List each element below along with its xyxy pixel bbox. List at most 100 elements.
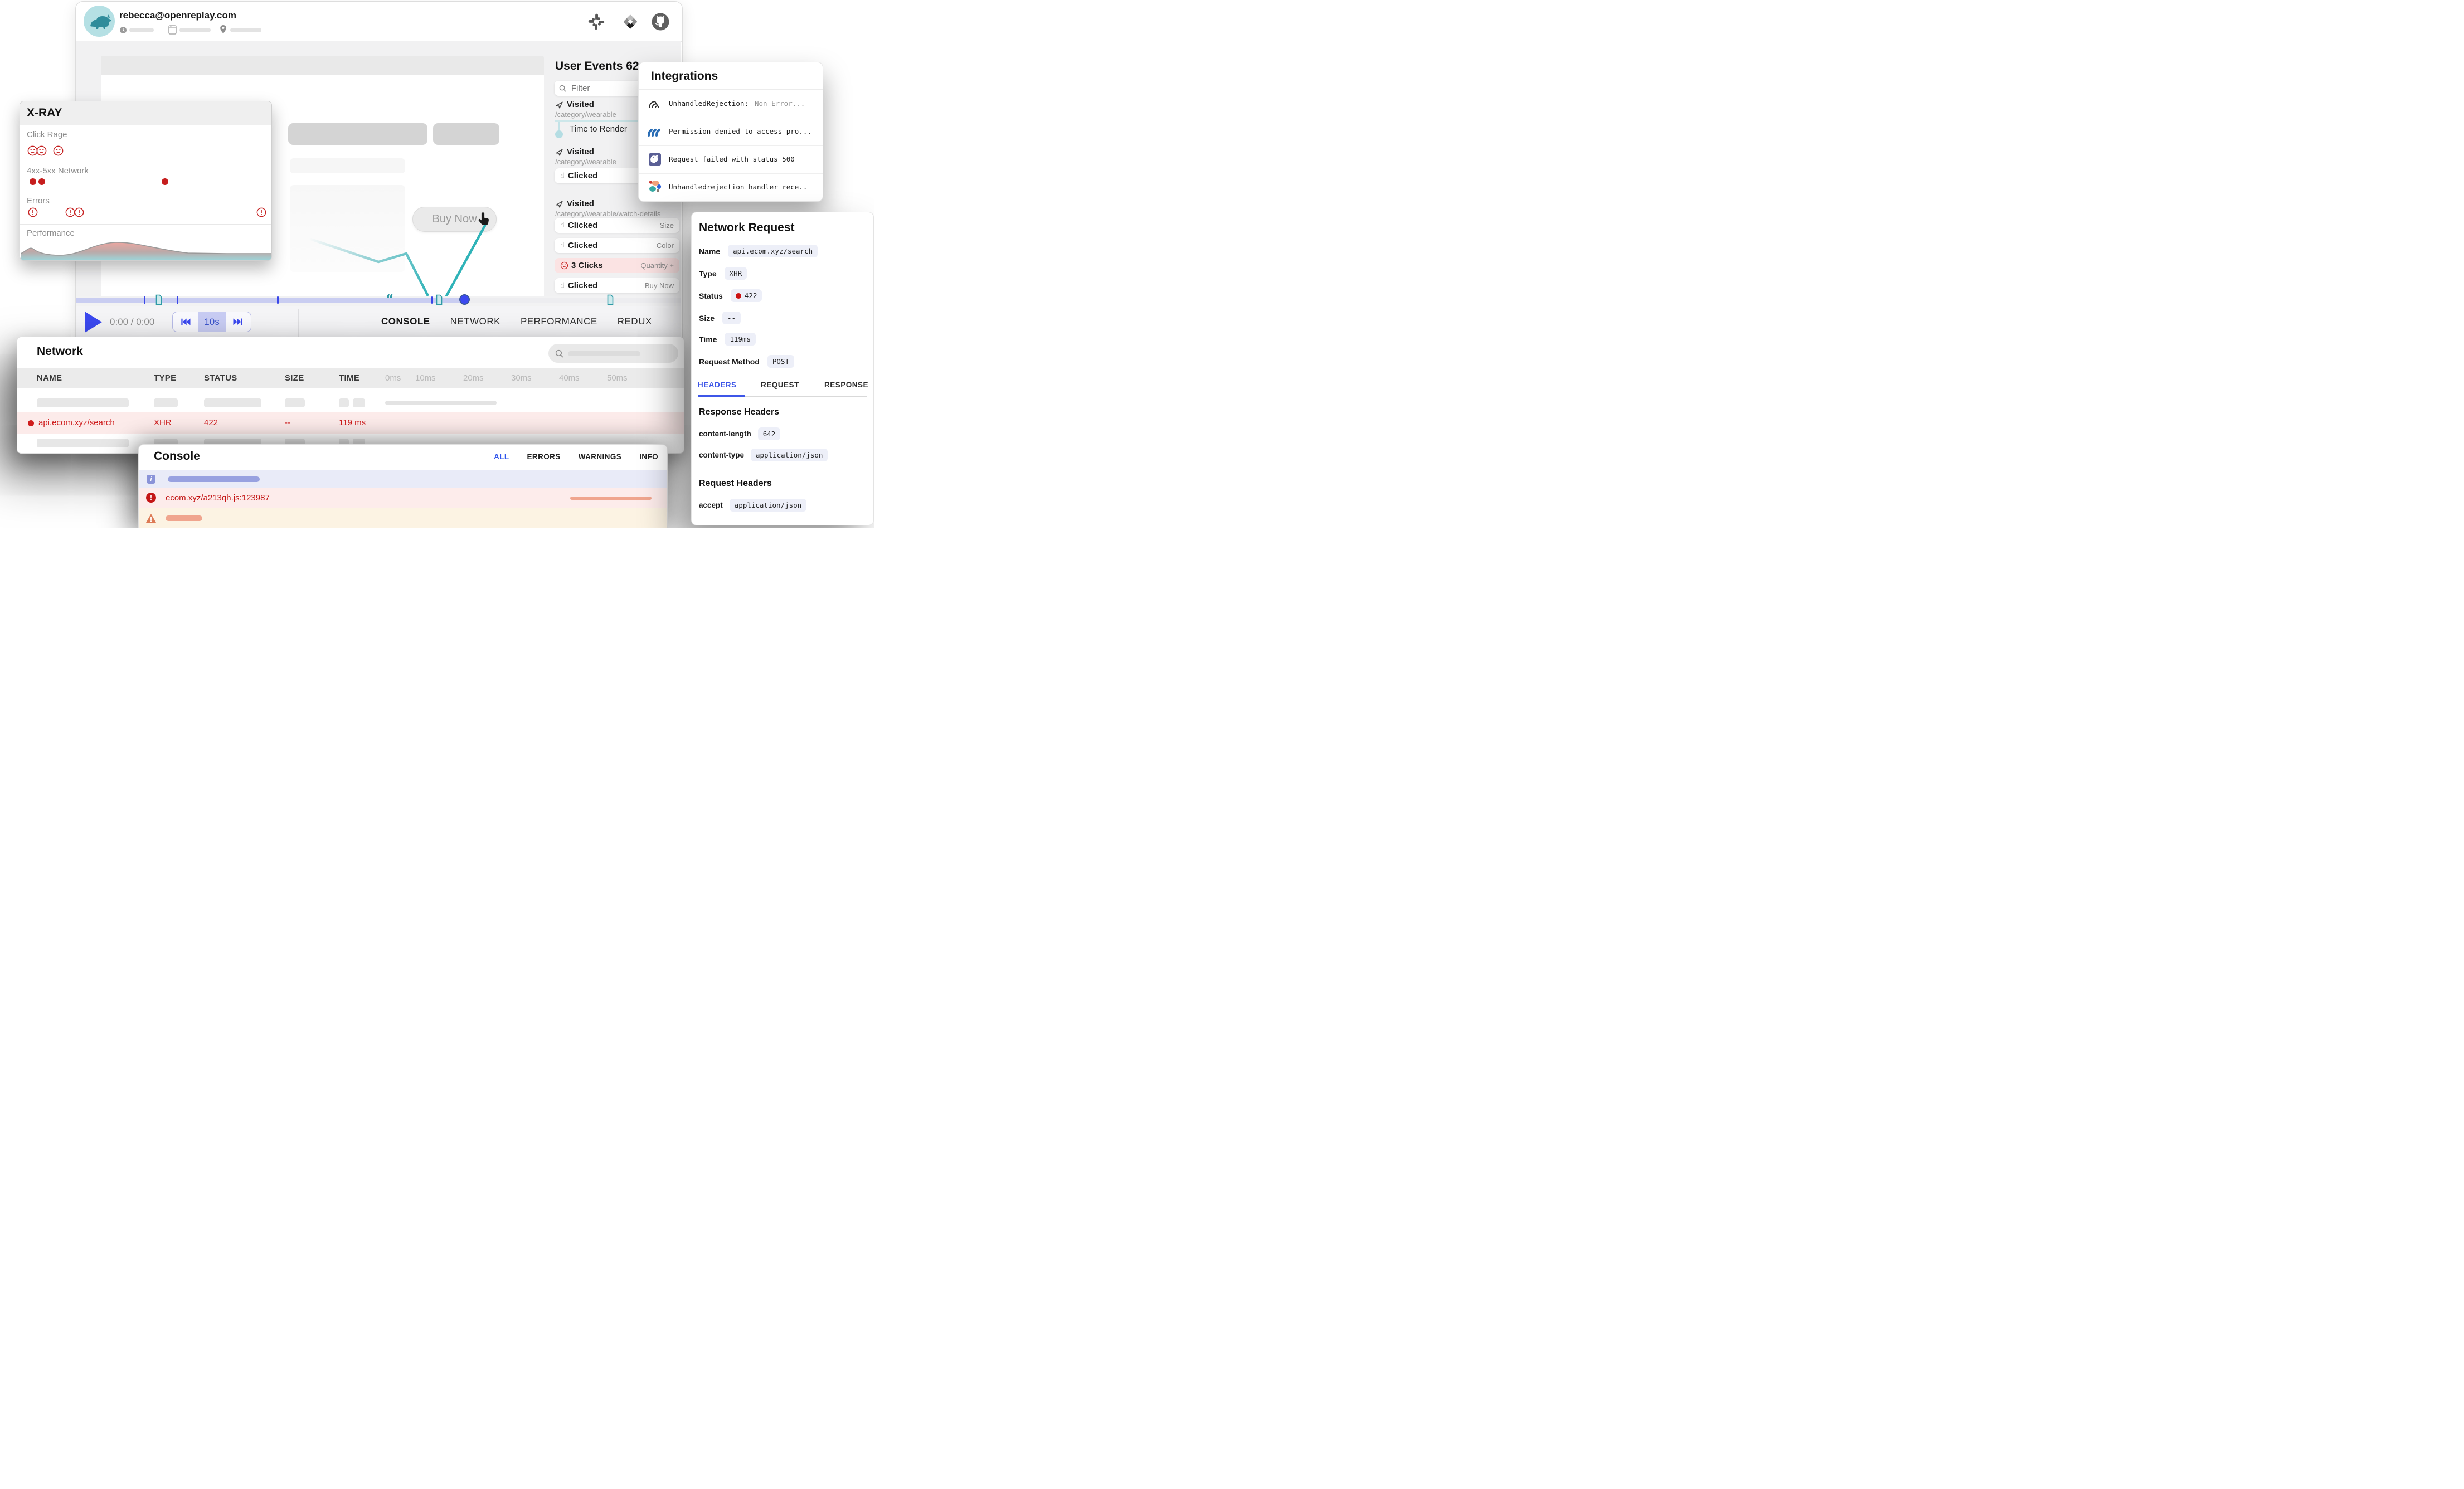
github-icon[interactable] [651,12,670,31]
field-time: Time 119ms [699,333,756,346]
console-error-source: ecom.xyz/a213qh.js:123987 [166,493,270,503]
session-duration-skeleton [129,28,154,32]
field-value-wrap: 422 [731,289,762,302]
user-events-count: 62 [626,60,639,72]
skip-forward-icon [232,317,244,327]
event-label: Clicked [568,281,597,290]
event-clicked-buy-now[interactable]: ☝ Clicked Buy Now [555,278,679,293]
timeline-event-tick [177,296,178,304]
event-label: Time to Render [570,124,627,134]
timeline-track-remaining [465,298,681,303]
timing-dot [555,130,563,138]
navigate-icon [555,200,563,208]
angry-face-icon[interactable] [53,145,64,156]
location-pin-icon [220,25,227,34]
request-name: api.ecom.xyz/search [38,418,115,427]
angry-face-icon[interactable] [36,145,47,156]
network-error-dot[interactable] [38,178,45,185]
play-button[interactable] [85,312,102,333]
integration-error-text: Request failed with status 500 [669,155,795,163]
console-tab-warnings[interactable]: WARNINGS [579,452,621,461]
console-tab-errors[interactable]: ERRORS [527,452,561,461]
event-target: Buy Now [645,281,674,290]
console-info-row: i [139,470,667,489]
event-label: Clicked [568,241,597,250]
angry-face-icon [560,261,568,270]
col-10ms: 10ms [415,373,436,383]
timeline-playhead[interactable] [459,294,470,305]
hand-pointer-icon: ☝ [560,221,565,230]
event-rage-clicks[interactable]: 3 Clicks Quantity + [555,258,679,273]
integration-row-sentry[interactable]: UnhandledRejection: Non-Error... [639,90,823,118]
event-clicked-size[interactable]: ☝ Clicked Size [555,218,679,233]
integration-error-muted: Non-Error... [755,99,805,108]
tab-redux[interactable]: REDUX [618,316,652,327]
skip-forward-button[interactable] [226,312,251,332]
field-value: api.ecom.xyz/search [728,245,818,257]
network-error-dot[interactable] [162,178,168,185]
warning-triangle-icon [145,513,157,523]
header-value: application/json [730,499,806,512]
error-circle-icon[interactable] [74,207,84,217]
active-tab-underline [698,395,745,397]
field-size: Size -- [699,312,741,324]
network-error-dot[interactable] [30,178,36,185]
tab-performance[interactable]: PERFORMANCE [521,316,597,327]
network-error-row[interactable]: api.ecom.xyz/search XHR 422 -- 119 ms [17,412,684,434]
integrations-panel: Integrations UnhandledRejection: Non-Err… [638,62,823,202]
log-skeleton [166,515,202,521]
xray-header: X-RAY [20,101,271,125]
skip-interval[interactable]: 10s [198,312,225,332]
event-clicked-color[interactable]: ☝ Clicked Color [555,238,679,253]
console-window: Console ALL ERRORS WARNINGS INFO i ! eco… [138,444,668,528]
jira-icon[interactable] [621,13,639,31]
request-headers-title: Request Headers [699,479,772,489]
timeline-note-marker[interactable] [436,294,443,305]
cursor-pointer-icon [477,211,492,226]
tab-response[interactable]: RESPONSE [824,381,868,389]
integration-row-elastic[interactable]: Unhandledrejection handler rece.. [639,173,823,201]
field-value: POST [767,355,794,368]
event-path: /category/wearable [555,110,616,119]
tab-headers[interactable]: HEADERS [698,381,737,389]
console-warning-row [139,508,667,528]
field-value: 119ms [725,333,756,346]
timeline-note-marker[interactable] [155,294,162,305]
field-request-method: Request Method POST [699,355,794,368]
xray-network-label: 4xx-5xx Network [27,166,89,176]
event-label: Clicked [568,171,597,181]
error-circle-icon[interactable] [256,207,266,217]
timeline-event-tick [144,296,145,304]
event-path: /category/wearable/watch-details [555,210,660,218]
player-timeline[interactable]: “ [76,296,681,306]
skip-back-button[interactable] [173,312,198,332]
session-header: rebecca@openreplay.com [76,2,682,42]
network-search-field[interactable] [548,344,678,363]
error-circle-icon[interactable] [28,207,38,217]
col-50ms: 50ms [607,373,628,383]
event-target: Color [657,241,674,250]
console-error-row[interactable]: ! ecom.xyz/a213qh.js:123987 [139,488,667,509]
tab-request[interactable]: REQUEST [761,381,799,389]
timeline-note-marker[interactable] [607,294,614,305]
console-tab-all[interactable]: ALL [494,452,509,461]
timeline-quote-marker[interactable]: “ [386,293,393,306]
tab-network[interactable]: NETWORK [450,316,500,327]
elastic-icon [648,179,662,194]
network-request-title: Network Request [699,221,795,235]
console-tab-info[interactable]: INFO [639,452,658,461]
xray-divider [20,224,271,225]
playback-time: 0:00 / 0:00 [110,317,154,328]
user-events-title-text: User Events [555,60,623,72]
page-title-skeleton [288,123,427,145]
field-name: Name api.ecom.xyz/search [699,245,818,257]
event-label: Clicked [568,221,597,230]
tab-console[interactable]: CONSOLE [381,316,430,327]
waves-icon [647,124,662,139]
slack-icon[interactable] [587,13,605,31]
integration-row-waves[interactable]: Permission denied to access pro... [639,118,823,146]
timeline-track-played [76,298,465,303]
integration-row-datadog[interactable]: Request failed with status 500 [639,145,823,174]
header-value: application/json [751,449,828,461]
field-label: Request Method [699,357,760,366]
